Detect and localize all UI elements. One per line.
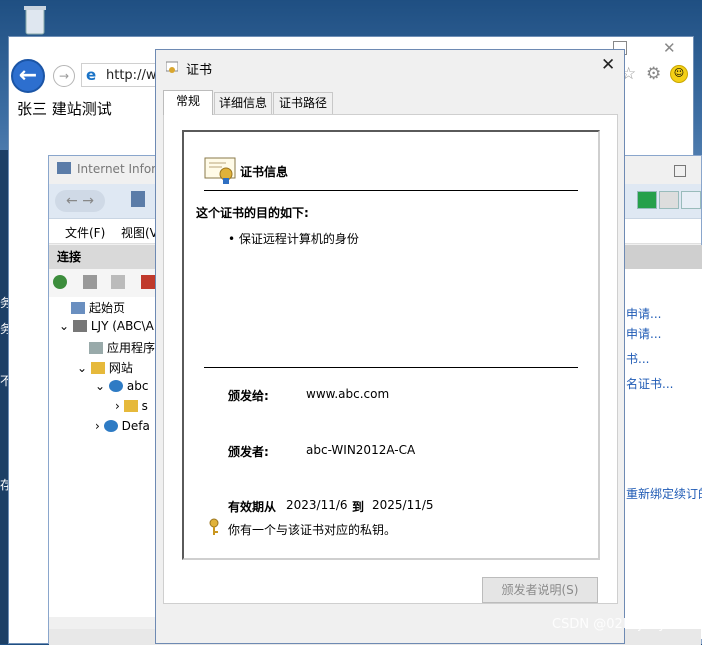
chevron-down-icon: ⌄ [95, 379, 109, 393]
globe-icon [103, 420, 118, 432]
certificate-dialog: 证书 ✕ 常规 详细信息 证书路径 证书信息 这个证书的目的如下: • 保证远程… [155, 49, 625, 644]
divider [204, 367, 578, 368]
tree-label: 应用程序 [107, 341, 156, 355]
tree-item-server[interactable]: ⌄ LJY (ABC\A [59, 319, 154, 333]
chevron-down-icon: ⌄ [59, 319, 73, 333]
start-page-icon [71, 302, 85, 314]
tree-label: Defa [121, 419, 150, 433]
purpose-item: • 保证远程计算机的身份 [228, 232, 359, 246]
actions-header [624, 245, 702, 269]
close-icon[interactable]: ✕ [663, 39, 676, 57]
purpose-heading: 这个证书的目的如下: [196, 206, 309, 220]
valid-to-value: 2025/11/5 [372, 498, 434, 512]
recycle-bin-icon[interactable] [16, 2, 54, 38]
chevron-right-icon: › [115, 399, 124, 413]
folder-icon [123, 400, 138, 412]
certificate-info-box: 证书信息 这个证书的目的如下: • 保证远程计算机的身份 颁发给: www.ab… [182, 130, 600, 560]
refresh-icon[interactable] [637, 191, 657, 209]
globe-icon[interactable] [53, 275, 67, 289]
actions-panel: 申请... 申请... 书... 名证书... 重新绑定续订的 [624, 269, 702, 639]
connections-toolbar [49, 269, 157, 298]
action-link[interactable]: 重新绑定续订的 [626, 485, 702, 502]
connect-icon[interactable] [111, 275, 125, 289]
issued-to-label: 颁发给: [228, 389, 269, 403]
smiley-icon[interactable]: ☺ [670, 65, 688, 83]
tree-label: 网站 [108, 361, 133, 375]
stop-icon[interactable] [659, 191, 679, 209]
issued-to-value: www.abc.com [306, 387, 390, 401]
iis-window-title: Internet Infor [77, 162, 157, 176]
valid-from-value: 2023/11/6 [286, 498, 348, 512]
iis-app-icon [57, 162, 71, 174]
page-body-text: 张三 建站测试 [17, 100, 112, 118]
watermark: CSDN @02liujunye [552, 617, 674, 632]
iis-back-forward-icon[interactable]: ← → [55, 190, 105, 212]
iis-maximize-button[interactable] [674, 165, 686, 177]
tab-details[interactable]: 详细信息 [214, 92, 272, 114]
tree-item-subfolder[interactable]: › s [115, 399, 148, 413]
tree-item-sites[interactable]: ⌄ 网站 [77, 359, 133, 376]
chevron-down-icon: ⌄ [77, 361, 91, 375]
tree-item-site-abc[interactable]: ⌄ abc [95, 379, 148, 393]
desktop-left-strip: 务 务 不 存 [0, 150, 12, 644]
certificate-icon [204, 156, 236, 184]
ie-logo-icon: e [86, 66, 97, 84]
issuer-statement-button[interactable]: 颁发者说明(S) [482, 577, 598, 603]
tree-label: 起始页 [89, 301, 126, 315]
iis-address-icon [131, 191, 145, 207]
valid-from-label: 有效期从 [228, 500, 277, 514]
issued-by-value: abc-WIN2012A-CA [306, 443, 416, 457]
issued-by-label: 颁发者: [228, 445, 269, 459]
close-icon[interactable]: ✕ [601, 55, 615, 75]
server-icon [72, 320, 87, 332]
action-link[interactable]: 申请... [626, 325, 661, 342]
dialog-title: 证书 [186, 63, 213, 78]
connections-header: 连接 [49, 245, 157, 269]
tree-label: s [141, 399, 148, 413]
globe-icon [108, 380, 123, 392]
action-link[interactable]: 书... [626, 350, 649, 367]
app-pool-icon [89, 342, 103, 354]
chevron-right-icon: › [95, 419, 104, 433]
gear-icon[interactable]: ⚙ [646, 64, 661, 84]
private-key-text: 你有一个与该证书对应的私钥。 [228, 523, 397, 537]
home-icon[interactable] [681, 191, 701, 209]
action-link[interactable]: 名证书... [626, 375, 673, 392]
tree-item-start[interactable]: 起始页 [71, 299, 125, 316]
menu-file[interactable]: 文件(F) [65, 224, 105, 241]
tree-item-app-pools[interactable]: 应用程序 [89, 339, 155, 356]
cert-info-title: 证书信息 [240, 165, 289, 179]
action-link[interactable]: 申请... [626, 305, 661, 322]
tree-item-default-site[interactable]: › Defa [95, 419, 150, 433]
folder-icon [90, 362, 105, 374]
general-tab-panel: 证书信息 这个证书的目的如下: • 保证远程计算机的身份 颁发给: www.ab… [163, 114, 618, 604]
back-arrow-icon[interactable]: ← [11, 59, 45, 93]
menu-view[interactable]: 视图(V [121, 224, 158, 241]
connections-tree: 起始页 ⌄ LJY (ABC\A 应用程序 ⌄ 网站 ⌄ abc › s › D… [49, 297, 157, 617]
certificate-icon [165, 61, 179, 73]
save-icon[interactable] [83, 275, 97, 289]
tree-label: abc [126, 379, 149, 393]
address-text: http://w [106, 68, 157, 83]
forward-arrow-icon[interactable]: → [53, 65, 75, 87]
divider [204, 190, 578, 191]
key-icon [208, 518, 220, 536]
tab-general[interactable]: 常规 [163, 90, 213, 115]
tab-cert-path[interactable]: 证书路径 [273, 92, 333, 114]
remove-icon[interactable] [141, 275, 155, 289]
valid-to-label: 到 [352, 500, 365, 514]
tree-label: LJY (ABC\A [90, 319, 154, 333]
